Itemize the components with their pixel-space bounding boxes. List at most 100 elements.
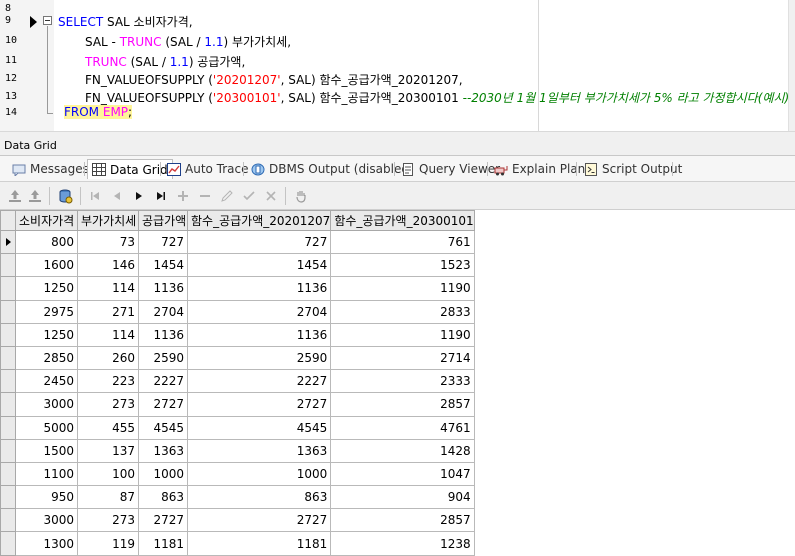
column-header[interactable]: 소비자가격 xyxy=(15,210,78,231)
prior-record-icon[interactable] xyxy=(108,187,126,205)
table-cell[interactable]: 1250 xyxy=(15,276,78,301)
column-header[interactable]: 부가가치세 xyxy=(77,210,139,231)
table-cell[interactable]: 114 xyxy=(77,276,139,301)
table-row[interactable]: 2975 271 2704 2704 2833 xyxy=(0,299,475,324)
table-cell[interactable]: 73 xyxy=(77,229,139,255)
table-cell[interactable]: 2727 xyxy=(186,508,332,533)
table-row[interactable]: 3000 273 2727 2727 2857 xyxy=(0,392,475,417)
next-record-icon[interactable] xyxy=(130,187,148,205)
table-cell[interactable]: 1600 xyxy=(15,253,78,278)
row-indicator[interactable] xyxy=(0,415,16,440)
table-cell[interactable]: 1181 xyxy=(138,531,188,556)
column-header[interactable]: 공급가액 xyxy=(138,210,188,231)
table-row[interactable]: 1500 137 1363 1363 1428 xyxy=(0,438,475,463)
row-indicator[interactable] xyxy=(0,229,16,255)
table-cell[interactable]: 863 xyxy=(138,485,188,510)
table-cell[interactable]: 2590 xyxy=(186,345,332,371)
table-cell[interactable]: 223 xyxy=(77,369,139,394)
insert-record-icon[interactable] xyxy=(174,187,192,205)
table-cell[interactable]: 1300 xyxy=(15,531,78,556)
table-cell[interactable]: 146 xyxy=(77,253,139,278)
export-icon[interactable] xyxy=(6,187,24,205)
row-indicator[interactable] xyxy=(0,508,16,533)
last-record-icon[interactable] xyxy=(152,187,170,205)
row-indicator[interactable] xyxy=(0,299,16,324)
table-cell[interactable]: 1000 xyxy=(186,461,332,487)
sql-editor[interactable]: 8 9 SELECT SAL 소비자가격, 10 SAL - TRUNC (SA… xyxy=(0,0,795,131)
table-cell[interactable]: 2333 xyxy=(330,369,475,394)
table-cell[interactable]: 2227 xyxy=(186,369,332,394)
table-cell[interactable]: 2727 xyxy=(186,392,332,417)
table-row[interactable]: 950 87 863 863 904 xyxy=(0,485,475,510)
table-cell[interactable]: 1136 xyxy=(186,322,332,347)
table-cell[interactable]: 4545 xyxy=(186,415,332,440)
row-indicator[interactable] xyxy=(0,345,16,371)
post-edit-icon[interactable] xyxy=(240,187,258,205)
column-header[interactable]: 함수_공급가액_20300101 xyxy=(330,210,475,231)
table-cell[interactable]: 800 xyxy=(15,229,78,255)
table-row[interactable]: 1100 100 1000 1000 1047 xyxy=(0,461,475,487)
table-cell[interactable]: 1238 xyxy=(330,531,475,556)
table-cell[interactable]: 2590 xyxy=(138,345,188,371)
tab-messages[interactable]: Messages xyxy=(8,159,93,179)
table-cell[interactable]: 2857 xyxy=(330,392,475,417)
table-cell[interactable]: 3000 xyxy=(15,392,78,417)
table-row[interactable]: 1250 114 1136 1136 1190 xyxy=(0,322,475,347)
table-cell[interactable]: 1136 xyxy=(138,276,188,301)
table-cell[interactable]: 2704 xyxy=(138,299,188,324)
table-cell[interactable]: 2727 xyxy=(138,392,188,417)
table-cell[interactable]: 271 xyxy=(77,299,139,324)
tab-auto-trace[interactable]: Auto Trace xyxy=(163,159,253,179)
tab-explain-plan[interactable]: Explain Plan xyxy=(490,159,589,179)
tab-query-viewer[interactable]: Query Viewer xyxy=(397,159,504,179)
first-record-icon[interactable] xyxy=(86,187,104,205)
row-indicator[interactable] xyxy=(0,531,16,556)
row-indicator[interactable] xyxy=(0,438,16,463)
table-cell[interactable]: 1523 xyxy=(330,253,475,278)
table-cell[interactable]: 3000 xyxy=(15,508,78,533)
table-cell[interactable]: 1454 xyxy=(186,253,332,278)
table-row[interactable]: 2450 223 2227 2227 2333 xyxy=(0,369,475,394)
table-cell[interactable]: 950 xyxy=(15,485,78,510)
table-cell[interactable]: 1428 xyxy=(330,438,475,463)
table-cell[interactable]: 2857 xyxy=(330,508,475,533)
table-cell[interactable]: 260 xyxy=(77,345,139,371)
column-header[interactable]: 함수_공급가액_20201207 xyxy=(186,210,332,231)
data-grid[interactable]: 소비자가격 부가가치세 공급가액 함수_공급가액_20201207 함수_공급가… xyxy=(0,210,795,556)
table-cell[interactable]: 1136 xyxy=(186,276,332,301)
table-cell[interactable]: 727 xyxy=(138,229,188,255)
hand-icon[interactable] xyxy=(292,187,310,205)
table-cell[interactable]: 4761 xyxy=(330,415,475,440)
table-row[interactable]: 1300 119 1181 1181 1238 xyxy=(0,531,475,556)
row-indicator[interactable] xyxy=(0,461,16,487)
table-cell[interactable]: 137 xyxy=(77,438,139,463)
editor-vertical-scrollbar[interactable] xyxy=(788,0,795,131)
table-cell[interactable]: 1100 xyxy=(15,461,78,487)
table-cell[interactable]: 2850 xyxy=(15,345,78,371)
table-row[interactable]: 1600 146 1454 1454 1523 xyxy=(0,253,475,278)
table-cell[interactable]: 2450 xyxy=(15,369,78,394)
row-indicator[interactable] xyxy=(0,322,16,347)
table-cell[interactable]: 1454 xyxy=(138,253,188,278)
connection-icon[interactable] xyxy=(56,187,74,205)
table-cell[interactable]: 761 xyxy=(330,229,475,255)
table-cell[interactable]: 1500 xyxy=(15,438,78,463)
edit-record-icon[interactable] xyxy=(218,187,236,205)
table-cell[interactable]: 1190 xyxy=(330,276,475,301)
table-cell[interactable]: 1000 xyxy=(138,461,188,487)
table-row[interactable]: 5000 455 4545 4545 4761 xyxy=(0,415,475,440)
table-cell[interactable]: 1190 xyxy=(330,322,475,347)
table-cell[interactable]: 100 xyxy=(77,461,139,487)
table-row[interactable]: 800 73 727 727 761 xyxy=(0,229,475,255)
row-indicator[interactable] xyxy=(0,276,16,301)
table-cell[interactable]: 727 xyxy=(186,229,332,255)
table-cell[interactable]: 4545 xyxy=(138,415,188,440)
table-cell[interactable]: 904 xyxy=(330,485,475,510)
table-cell[interactable]: 1363 xyxy=(186,438,332,463)
table-row[interactable]: 3000 273 2727 2727 2857 xyxy=(0,508,475,533)
row-indicator[interactable] xyxy=(0,485,16,510)
table-cell[interactable]: 455 xyxy=(77,415,139,440)
row-indicator[interactable] xyxy=(0,392,16,417)
table-cell[interactable]: 119 xyxy=(77,531,139,556)
tab-script-output[interactable]: Script Output xyxy=(580,159,686,179)
